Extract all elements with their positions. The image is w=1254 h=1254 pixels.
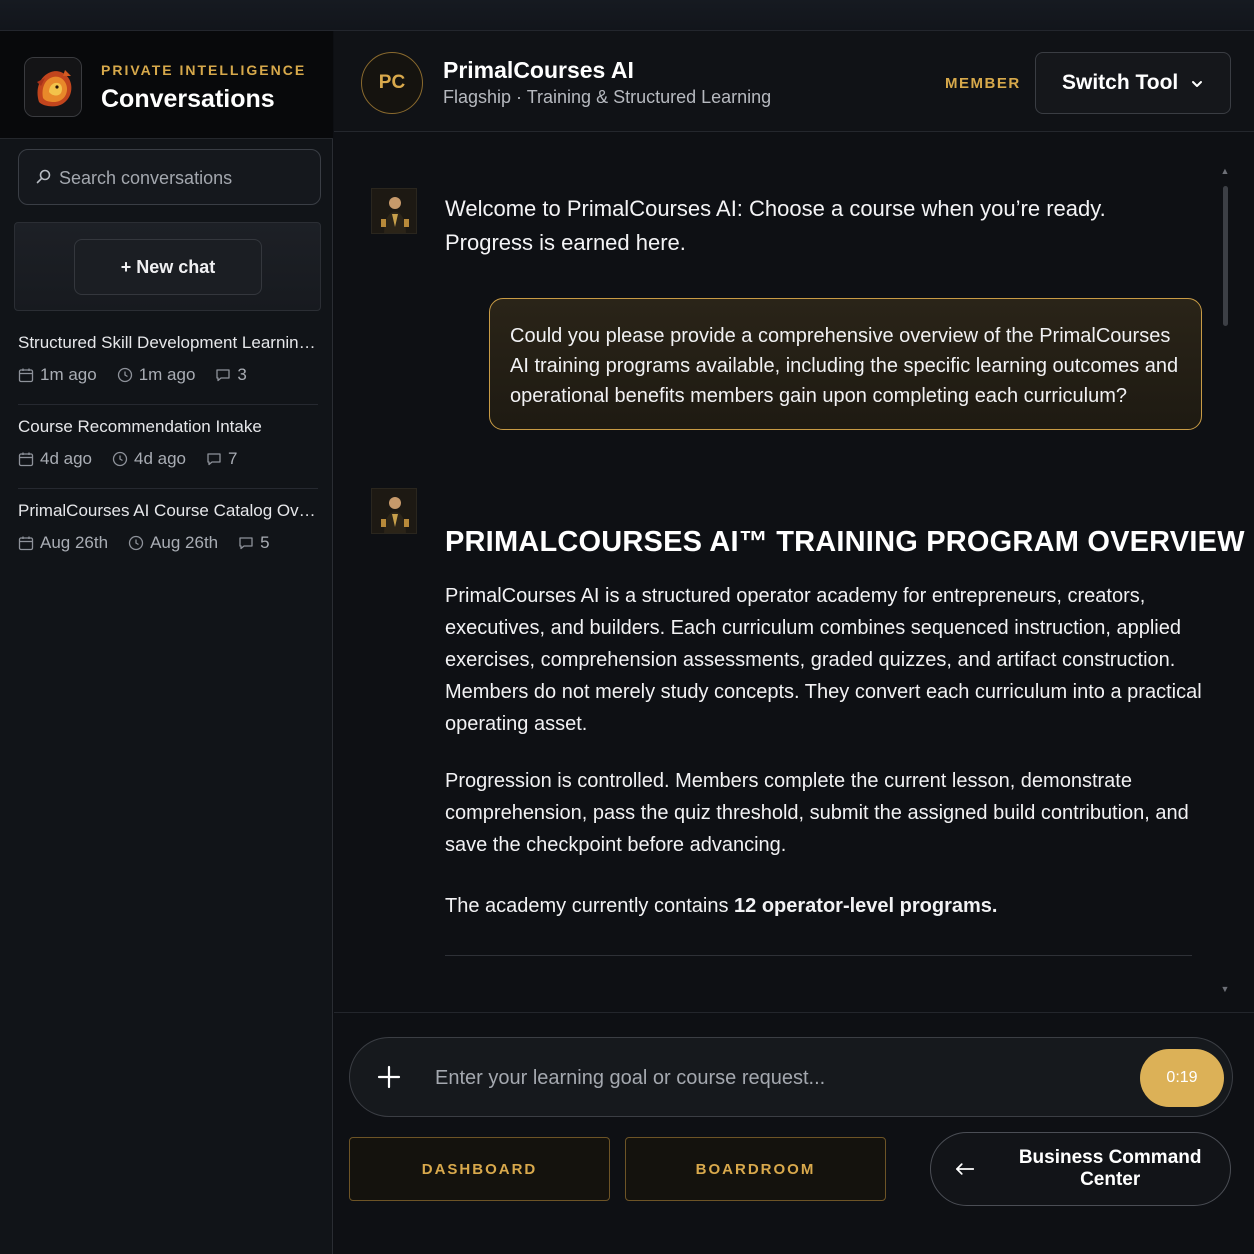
message-icon	[239, 537, 253, 550]
brand-kicker: PRIVATE INTELLIGENCE	[101, 62, 307, 78]
response-heading: PRIMALCOURSES AI™ TRAINING PROGRAM OVERV…	[445, 526, 1245, 558]
tool-name: PrimalCourses AI	[443, 57, 634, 83]
calendar-icon	[18, 368, 34, 383]
business-command-center-label: Business Command Center	[1018, 1147, 1202, 1190]
boardroom-button[interactable]: BOARDROOM	[625, 1137, 886, 1201]
brand-title: Conversations	[101, 85, 275, 113]
tool-header: PC PrimalCourses AI Flagship · Training …	[334, 31, 1254, 132]
conversation-title: PrimalCourses AI Course Catalog Overvi..…	[18, 501, 318, 520]
switch-tool-label: Switch Tool	[1062, 71, 1179, 94]
response-paragraph-1: PrimalCourses AI is a structured operato…	[445, 585, 1202, 735]
message-count: 5	[260, 533, 270, 552]
welcome-message: Welcome to PrimalCourses AI: Choose a co…	[445, 192, 1145, 260]
created-label: 4d ago	[40, 449, 92, 468]
clock-icon	[117, 367, 132, 383]
created-label: 1m ago	[40, 365, 97, 384]
chat-thread: Welcome to PrimalCourses AI: Choose a co…	[334, 132, 1254, 1012]
clock-icon	[128, 535, 144, 551]
paragraph-text: The academy currently contains	[445, 895, 735, 917]
switch-tool-button[interactable]: Switch Tool	[1035, 52, 1231, 114]
created-label: Aug 26th	[40, 533, 109, 552]
updated-label: 1m ago	[138, 365, 196, 384]
chevron-down-icon	[1192, 81, 1202, 87]
business-command-center-button[interactable]: Business Command Center	[930, 1132, 1231, 1206]
divider	[18, 488, 318, 489]
member-badge: MEMBER	[945, 75, 1021, 92]
search-input[interactable]	[59, 160, 309, 196]
scroll-up-arrow-icon[interactable]: ▲	[1219, 166, 1231, 176]
conversation-meta: 4d ago 4d ago 7	[18, 449, 318, 469]
response-paragraph-2: Progression is controlled. Members compl…	[445, 770, 1189, 856]
updated-meta: 1m ago	[117, 365, 196, 385]
divider	[18, 404, 318, 405]
message-icon	[207, 453, 221, 466]
main-panel: PC PrimalCourses AI Flagship · Training …	[334, 31, 1254, 1254]
created-meta: Aug 26th	[18, 533, 108, 553]
calendar-icon	[18, 536, 34, 551]
dashboard-button[interactable]: DASHBOARD	[349, 1137, 610, 1201]
brand-header: PRIVATE INTELLIGENCE Conversations	[0, 31, 333, 139]
updated-meta: 4d ago	[112, 449, 186, 469]
scrollbar-thumb[interactable]	[1223, 186, 1228, 326]
updated-label: Aug 26th	[150, 533, 219, 552]
user-message-bubble: Could you please provide a comprehensive…	[489, 298, 1202, 430]
updated-label: 4d ago	[134, 449, 186, 468]
response-paragraph-3: The academy currently contains 12 operat…	[445, 890, 1205, 922]
updated-meta: Aug 26th	[128, 533, 218, 553]
messages-meta: 5	[238, 533, 270, 553]
composer-divider	[334, 1012, 1254, 1013]
message-input[interactable]	[435, 1058, 1125, 1098]
arrow-left-icon	[956, 1163, 975, 1175]
tool-avatar: PC	[361, 52, 423, 114]
window-top-strip	[0, 0, 1254, 31]
conversation-title: Course Recommendation Intake	[18, 417, 262, 436]
welcome-line-2: Progress is earned here.	[445, 230, 686, 255]
conversation-title: Structured Skill Development Learning ..…	[18, 333, 318, 352]
clock-icon	[112, 451, 128, 467]
program-count: 12 operator-level programs.	[734, 895, 998, 917]
response-divider	[445, 955, 1192, 956]
conversation-meta: Aug 26th Aug 26th 5	[18, 533, 318, 553]
chat-scrollbar[interactable]: ▲ ▼	[1219, 166, 1231, 996]
message-count: 3	[237, 365, 247, 384]
conversation-item-1[interactable]: Structured Skill Development Learning ..…	[18, 333, 318, 385]
conversation-item-2[interactable]: Course Recommendation Intake 4d ago 4d a…	[18, 417, 318, 469]
search-icon	[36, 169, 51, 184]
new-chat-button[interactable]: + New chat	[74, 239, 262, 295]
recording-timer-button[interactable]: 0:19	[1140, 1049, 1224, 1107]
assistant-avatar	[371, 188, 417, 234]
messages-meta: 7	[206, 449, 237, 469]
messages-meta: 3	[215, 365, 247, 385]
search-box[interactable]	[18, 149, 321, 205]
calendar-icon	[18, 452, 34, 467]
message-icon	[216, 369, 231, 382]
created-meta: 4d ago	[18, 449, 92, 469]
conversation-item-3[interactable]: PrimalCourses AI Course Catalog Overvi..…	[18, 501, 318, 553]
welcome-line-1: Welcome to PrimalCourses AI: Choose a co…	[445, 196, 1106, 221]
assistant-avatar	[371, 488, 417, 534]
lion-logo-icon	[24, 57, 82, 117]
sidebar: PRIVATE INTELLIGENCE Conversations + New…	[0, 31, 333, 1254]
message-composer: 0:19	[349, 1037, 1233, 1117]
tool-subtitle: Flagship · Training & Structured Learnin…	[443, 87, 772, 107]
message-count: 7	[228, 449, 238, 468]
new-chat-panel: + New chat	[14, 222, 321, 311]
conversation-meta: 1m ago 1m ago 3	[18, 365, 318, 385]
created-meta: 1m ago	[18, 365, 97, 385]
scroll-down-arrow-icon[interactable]: ▼	[1219, 984, 1231, 994]
plus-icon[interactable]	[376, 1064, 402, 1090]
